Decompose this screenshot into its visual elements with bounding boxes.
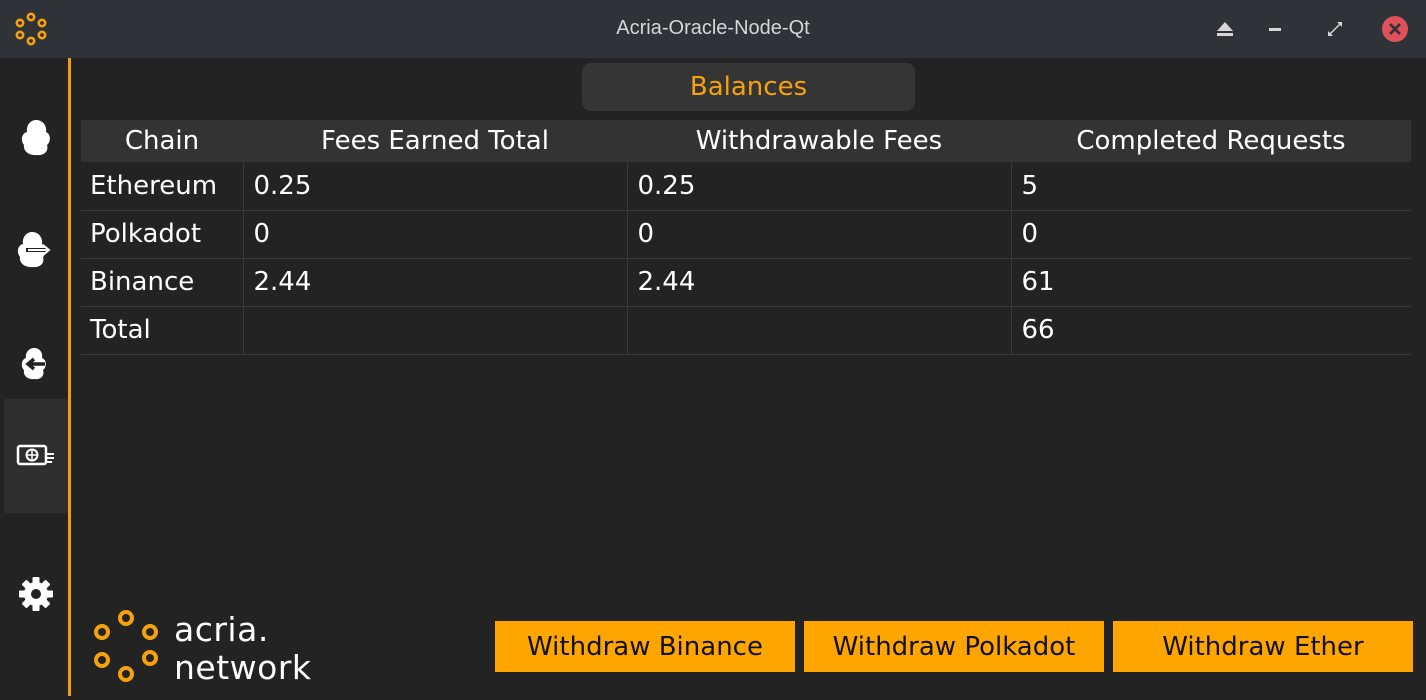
- table-row[interactable]: Total 66: [81, 306, 1411, 355]
- table-cell: Polkadot: [81, 210, 244, 259]
- table-cell: 66: [1011, 306, 1411, 355]
- table-cell: 2.44: [627, 258, 1012, 307]
- table-cell: 5: [1011, 162, 1411, 211]
- sidebar-item-cloud[interactable]: [4, 82, 68, 194]
- table-cell: Total: [81, 306, 244, 355]
- logo-text-line1: acria.: [174, 610, 269, 649]
- table-cell: [243, 306, 628, 355]
- column-header-completed: Completed Requests: [1011, 120, 1411, 162]
- column-header-fees-earned: Fees Earned Total: [243, 120, 627, 162]
- close-icon[interactable]: [1381, 15, 1409, 43]
- tab-balances[interactable]: Balances: [582, 63, 915, 111]
- column-header-withdrawable: Withdrawable Fees: [627, 120, 1011, 162]
- table-row[interactable]: Binance 2.44 2.44 61: [81, 258, 1411, 307]
- maximize-icon[interactable]: [1322, 16, 1348, 42]
- gear-icon: [19, 577, 53, 611]
- sidebar: [0, 58, 70, 700]
- cloud-arrow-out-icon: [17, 232, 55, 268]
- acria-network-logo: acria. network: [92, 608, 342, 688]
- table-cell: [627, 306, 1012, 355]
- table-cell: Binance: [81, 258, 244, 307]
- cloud-icon: [21, 120, 50, 156]
- table-row[interactable]: Ethereum 0.25 0.25 5: [81, 162, 1411, 211]
- table-cell: 2.44: [243, 258, 628, 307]
- table-cell: 61: [1011, 258, 1411, 307]
- withdraw-ether-button[interactable]: Withdraw Ether: [1113, 621, 1413, 672]
- money-icon: [16, 444, 54, 466]
- sidebar-item-outgoing[interactable]: [4, 194, 68, 306]
- acria-logo-icon: [94, 610, 158, 682]
- table-cell: Ethereum: [81, 162, 244, 211]
- minimize-icon[interactable]: [1262, 16, 1288, 42]
- table-cell: 0: [627, 210, 1012, 259]
- sidebar-item-settings[interactable]: [4, 538, 68, 650]
- cloud-arrow-in-icon: [21, 348, 46, 380]
- table-cell: 0: [243, 210, 628, 259]
- balances-table: Chain Fees Earned Total Withdrawable Fee…: [81, 120, 1411, 355]
- withdraw-polkadot-button[interactable]: Withdraw Polkadot: [804, 621, 1104, 672]
- table-cell: 0.25: [627, 162, 1012, 211]
- table-cell: 0: [1011, 210, 1411, 259]
- column-header-chain: Chain: [81, 120, 243, 162]
- logo-text-line2: network: [174, 648, 312, 687]
- title-bar: Acria-Oracle-Node-Qt: [0, 0, 1426, 58]
- table-cell: 0.25: [243, 162, 628, 211]
- sidebar-accent-line: [68, 58, 71, 696]
- withdraw-binance-button[interactable]: Withdraw Binance: [495, 621, 795, 672]
- eject-icon[interactable]: [1212, 16, 1238, 42]
- table-row[interactable]: Polkadot 0 0 0: [81, 210, 1411, 259]
- sidebar-item-balances[interactable]: [4, 399, 68, 513]
- table-header-row: Chain Fees Earned Total Withdrawable Fee…: [81, 120, 1411, 162]
